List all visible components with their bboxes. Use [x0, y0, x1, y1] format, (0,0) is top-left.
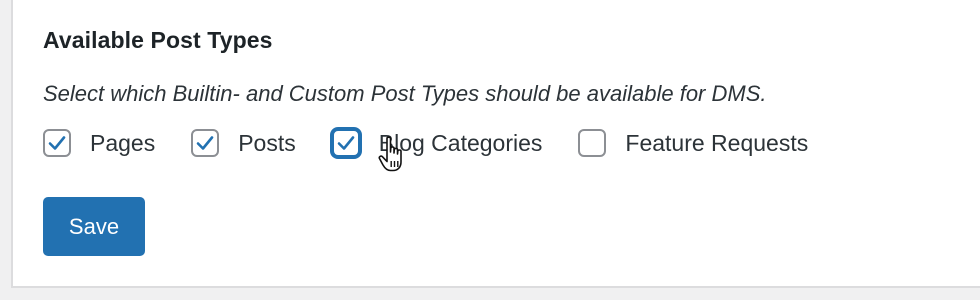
check-icon — [337, 136, 355, 150]
checkbox-pages-label: Pages — [90, 129, 156, 156]
checkbox-posts-label: Posts — [238, 129, 296, 156]
checkbox-feature-requests-box[interactable] — [578, 129, 607, 157]
checkbox-feature-requests-label: Feature Requests — [625, 129, 809, 156]
post-type-checkbox-group: Pages Posts Blog Categories Feature Requ… — [43, 125, 844, 161]
checkbox-pages[interactable]: Pages — [43, 129, 155, 157]
check-icon — [48, 136, 66, 150]
checkbox-blog-categories-box[interactable] — [331, 129, 360, 157]
checkbox-posts[interactable]: Posts — [191, 129, 296, 157]
checkbox-blog-categories[interactable]: Blog Categories — [331, 129, 543, 157]
checkbox-blog-categories-label: Blog Categories — [378, 129, 543, 156]
section-title: Available Post Types — [43, 27, 273, 53]
checkbox-feature-requests[interactable]: Feature Requests — [578, 129, 808, 157]
checkbox-posts-box[interactable] — [191, 129, 220, 157]
checkbox-pages-box[interactable] — [43, 129, 71, 157]
check-icon — [196, 136, 214, 150]
section-description: Select which Builtin- and Custom Post Ty… — [43, 81, 767, 106]
save-button[interactable]: Save — [43, 197, 145, 256]
